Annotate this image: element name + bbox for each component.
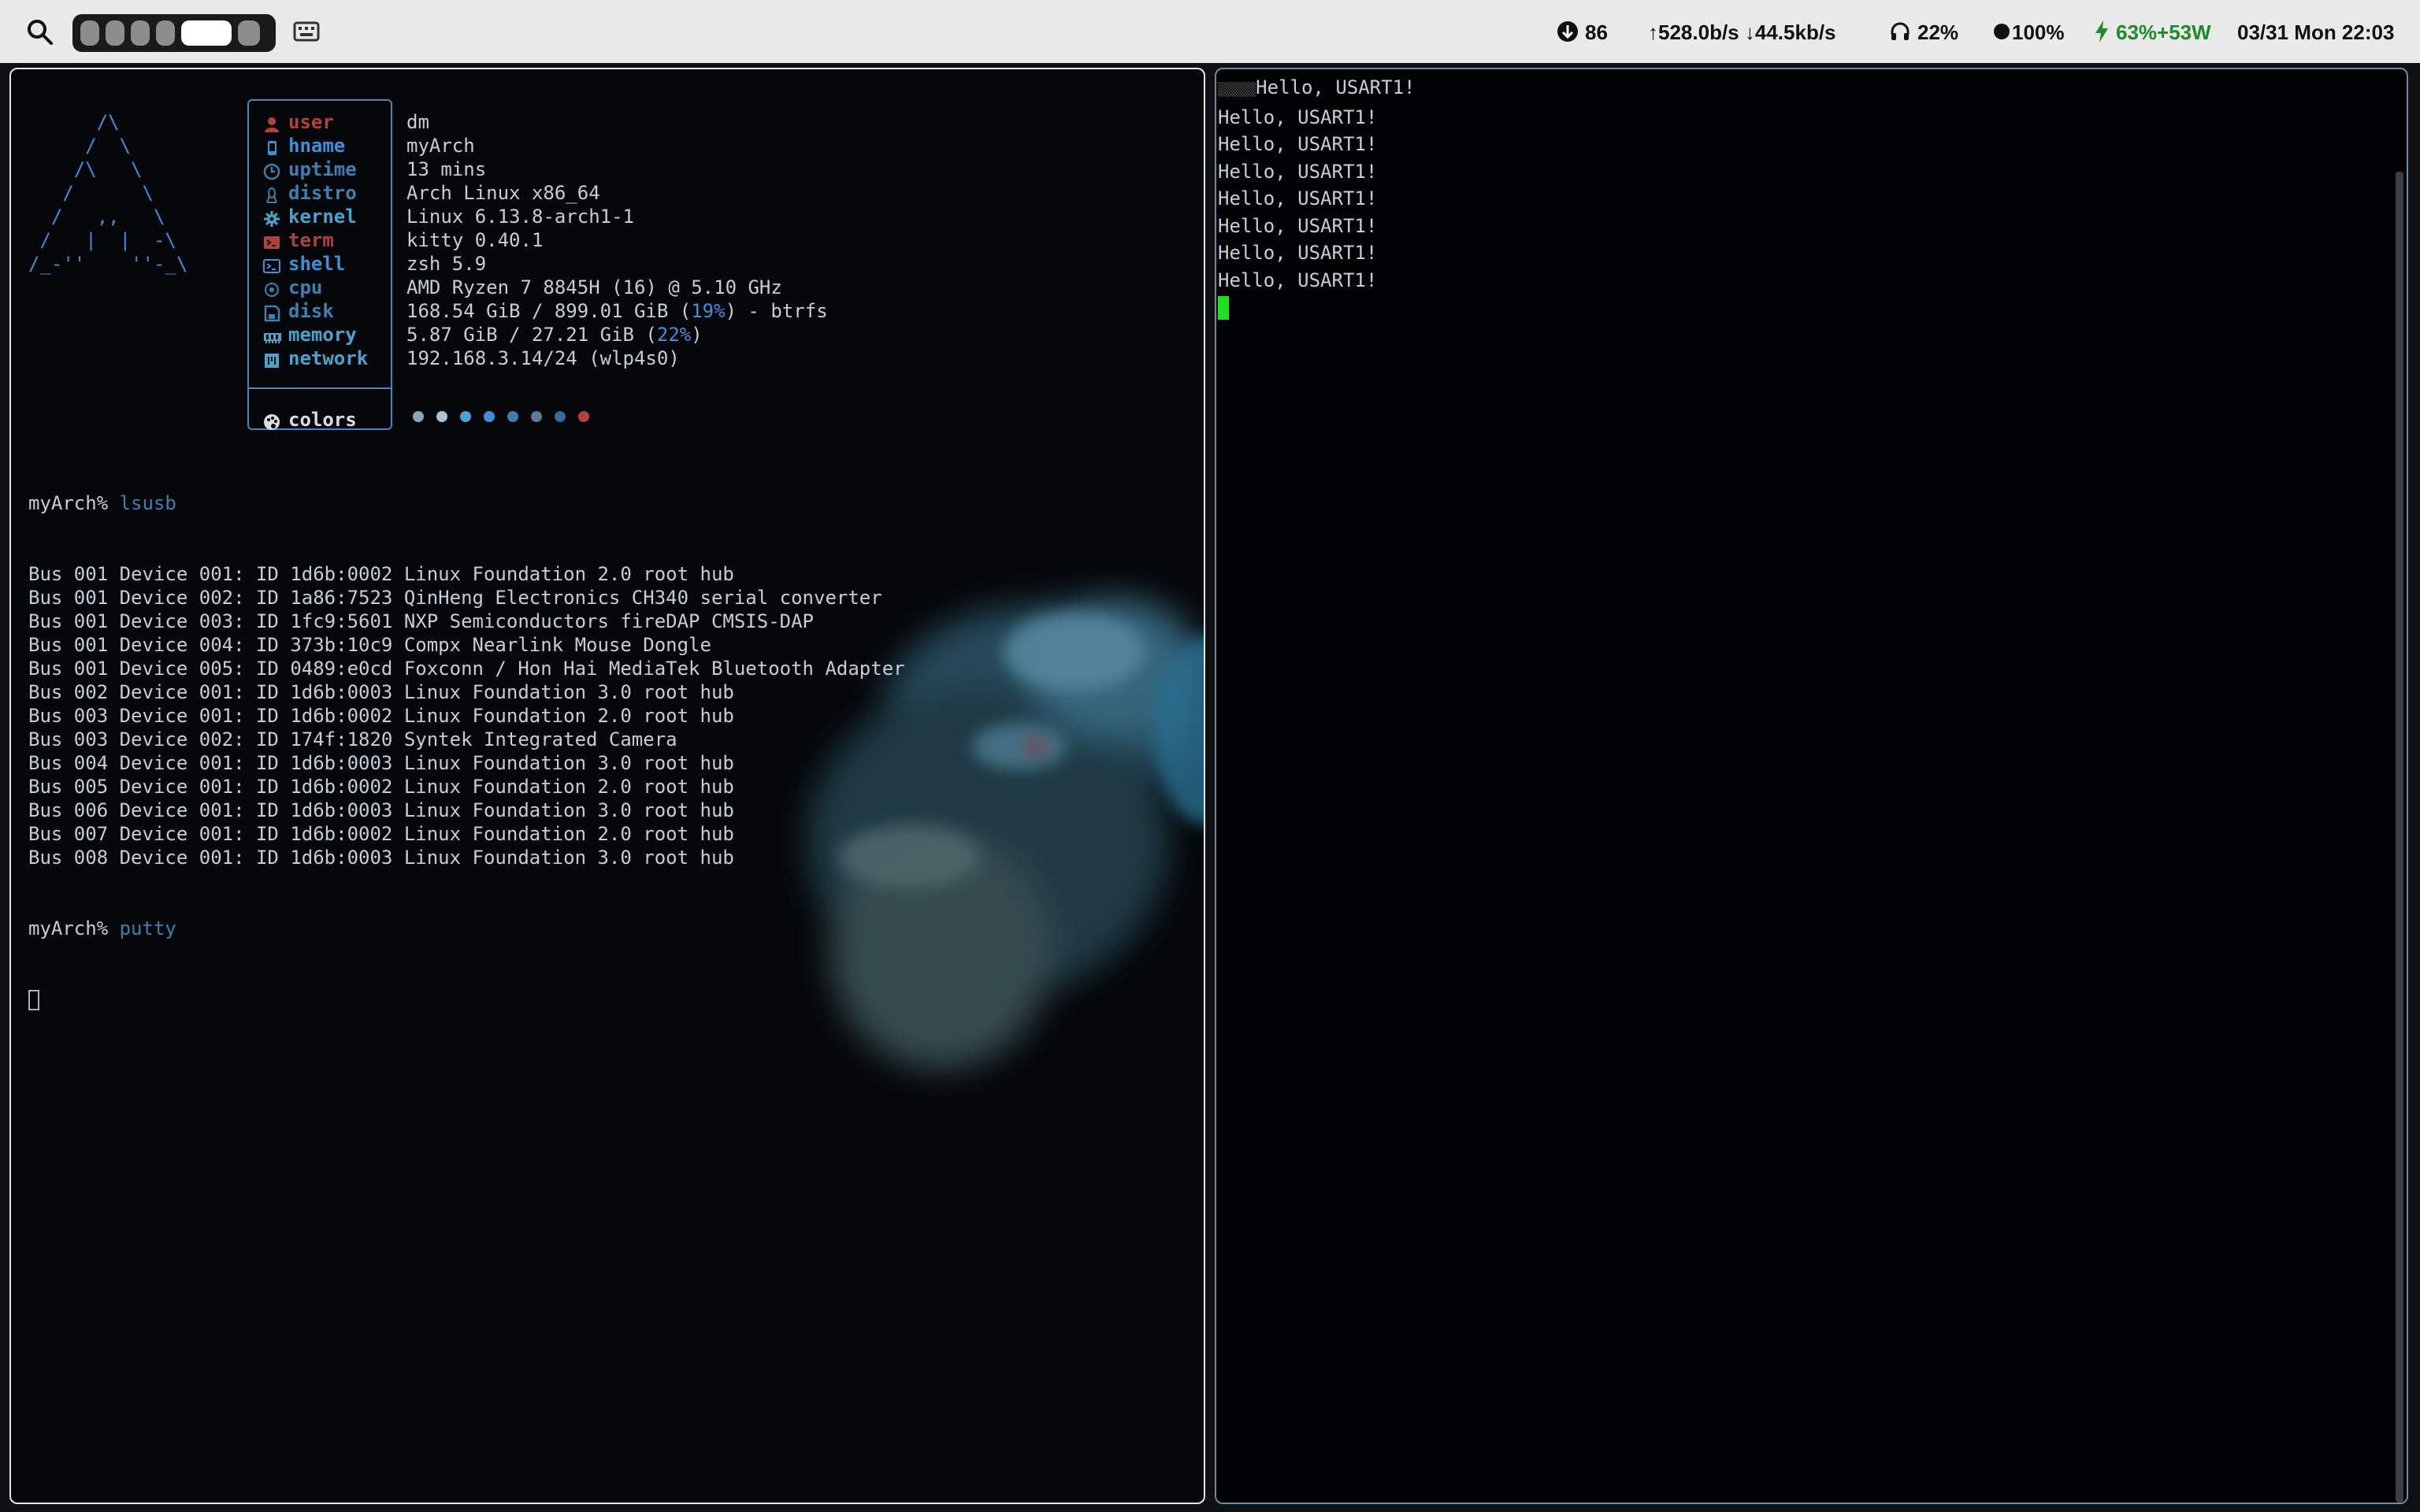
- usb-device-line: Bus 001 Device 002: ID 1a86:7523 QinHeng…: [28, 587, 882, 609]
- brightness-value: 100%: [2012, 20, 2065, 44]
- fetch-label-text: memory: [288, 324, 357, 346]
- workspace-5-active[interactable]: [181, 20, 232, 46]
- usb-device-line: Bus 008 Device 001: ID 1d6b:0003 Linux F…: [28, 847, 734, 869]
- usage-percent: 22%: [656, 324, 692, 346]
- scrollbar[interactable]: [2396, 172, 2403, 1503]
- workspace-4[interactable]: [156, 20, 175, 46]
- color-dot: [460, 411, 471, 422]
- workspace-1[interactable]: [80, 20, 99, 46]
- serial-line: Hello, USART1!: [1218, 214, 1378, 237]
- fetch-value-uptime: 13 mins: [406, 158, 487, 180]
- usb-device-line: Bus 001 Device 003: ID 1fc9:5601 NXP Sem…: [28, 610, 814, 632]
- usb-device-line: Bus 003 Device 001: ID 1d6b:0002 Linux F…: [28, 705, 734, 727]
- palette-icon: [264, 414, 280, 430]
- battery-indicator[interactable]: 63%+53W: [2094, 19, 2211, 46]
- usb-device-line: Bus 007 Device 001: ID 1d6b:0002 Linux F…: [28, 823, 734, 845]
- workspace-6[interactable]: [238, 20, 260, 46]
- headphones-icon: [1891, 22, 1910, 41]
- usb-device-line: Bus 001 Device 001: ID 1d6b:0002 Linux F…: [28, 563, 734, 585]
- usb-device-line: Bus 005 Device 001: ID 1d6b:0002 Linux F…: [28, 776, 734, 798]
- fetch-label-text: uptime: [288, 158, 357, 180]
- fetch-value-distro: Arch Linux x86_64: [406, 182, 600, 204]
- datetime: 03/31 Mon 22:03: [2237, 20, 2395, 44]
- lightning-icon: [2095, 20, 2108, 43]
- fetch-divider: [249, 387, 391, 389]
- prompt-line: myArch% putty: [28, 917, 176, 939]
- net-up: 528.0b/s: [1658, 20, 1739, 44]
- serial-line: Hello, USART1!: [1218, 187, 1378, 209]
- fetch-label-text: kernel: [288, 206, 357, 228]
- brightness-indicator[interactable]: 100%: [1993, 19, 2065, 46]
- color-dot: [413, 411, 424, 422]
- color-dot: [531, 411, 542, 422]
- download-arrow-icon: ↓: [1744, 20, 1755, 44]
- fetch-label-text: disk: [288, 300, 334, 322]
- clock[interactable]: 03/31 Mon 22:03: [2237, 19, 2394, 46]
- usb-device-line: Bus 002 Device 001: ID 1d6b:0003 Linux F…: [28, 681, 734, 703]
- terminal-window-left[interactable]: /\ / \ /\ \ / \ / ,, \ / | | -\ /_-'' ''…: [9, 68, 1205, 1504]
- fetch-label-text: term: [288, 229, 334, 251]
- color-dot: [555, 411, 566, 422]
- keyboard-icon[interactable]: [293, 20, 320, 43]
- color-dot: [484, 411, 495, 422]
- usb-device-line: Bus 001 Device 004: ID 373b:10c9 Compx N…: [28, 634, 711, 656]
- status-bar: 86 ↑528.0b/s ↓44.5kb/s 22% 100% 63%+53W …: [0, 0, 2420, 63]
- upload-arrow-icon: ↑: [1648, 20, 1658, 44]
- fetch-label-text: shell: [288, 253, 346, 275]
- arch-logo: /\ / \ /\ \ / \ / ,, \ / | | -\ /_-'' ''…: [28, 111, 188, 275]
- serial-line: Hello, USART1!: [1218, 269, 1378, 291]
- color-dot: [578, 411, 589, 422]
- net-down: 44.5kb/s: [1754, 20, 1836, 44]
- fetch-value-network: 192.168.3.14/24 (wlp4s0): [406, 347, 680, 369]
- fetch-label-text: network: [288, 347, 369, 369]
- fetch-value-cpu: AMD Ryzen 7 8845H (16) @ 5.10 GHz: [406, 276, 782, 298]
- search-icon[interactable]: [25, 17, 55, 47]
- serial-line: Hello, USART1!: [1218, 242, 1378, 264]
- brightness-dot-icon: [1994, 24, 2010, 40]
- serial-line: Hello, USART1!: [1218, 160, 1378, 183]
- terminal-cursor: [28, 990, 39, 1010]
- workspace-3[interactable]: [131, 20, 150, 46]
- serial-line: Hello, USART1!: [1218, 133, 1378, 155]
- fetch-value-disk: 168.54 GiB / 899.01 GiB (19%) - btrfs: [406, 300, 828, 322]
- fetch-label-text: user: [288, 111, 334, 133]
- terminal-output: myArch% lsusb Bus 001 Device 001: ID 1d6…: [28, 444, 905, 1058]
- usb-device-line: Bus 003 Device 002: ID 174f:1820 Syntek …: [28, 728, 677, 750]
- fetch-value-hname: myArch: [406, 135, 475, 157]
- updates-indicator[interactable]: 86: [1557, 19, 1608, 46]
- volume-value: 22%: [1917, 20, 1959, 44]
- serial-output: ▒▒▒▒▒Hello, USART1! Hello, USART1! Hello, …: [1218, 74, 1415, 321]
- fetch-value-shell: zsh 5.9: [406, 253, 487, 275]
- network-speed[interactable]: ↑528.0b/s ↓44.5kb/s: [1648, 19, 1836, 46]
- serial-line: Hello, USART1!: [1218, 106, 1378, 128]
- volume-indicator[interactable]: 22%: [1889, 19, 1958, 46]
- usb-device-line: Bus 004 Device 001: ID 1d6b:0003 Linux F…: [28, 752, 734, 774]
- color-dot: [507, 411, 518, 422]
- usb-device-line: Bus 006 Device 001: ID 1d6b:0003 Linux F…: [28, 799, 734, 821]
- fetch-label-text: hname: [288, 135, 346, 157]
- workspace-2[interactable]: [106, 20, 124, 46]
- updates-count: 86: [1585, 20, 1608, 44]
- color-dot: [436, 411, 447, 422]
- download-circle-icon: [1557, 21, 1578, 43]
- prompt-line: myArch% lsusb: [28, 492, 176, 514]
- fetch-label-text: cpu: [288, 276, 323, 298]
- garbage-chars: ▒▒▒▒▒: [1218, 82, 1256, 97]
- putty-serial-window[interactable]: ▒▒▒▒▒Hello, USART1! Hello, USART1! Hello, …: [1215, 68, 2408, 1504]
- serial-cursor: [1218, 296, 1229, 320]
- fetch-value-memory: 5.87 GiB / 27.21 GiB (22%): [406, 324, 703, 346]
- workspace-switcher: [72, 14, 276, 52]
- usage-percent: 19%: [691, 300, 726, 322]
- fetch-value-user: dm: [406, 111, 429, 133]
- battery-value: 63%+53W: [2116, 20, 2211, 44]
- serial-line: ▒▒▒▒▒Hello, USART1!: [1218, 76, 1416, 98]
- usb-device-line: Bus 001 Device 005: ID 0489:e0cd Foxconn…: [28, 658, 905, 680]
- fetch-value-term: kitty 0.40.1: [406, 229, 544, 251]
- fetch-label-text: distro: [288, 182, 357, 204]
- fetch-value-kernel: Linux 6.13.8-arch1-1: [406, 206, 634, 228]
